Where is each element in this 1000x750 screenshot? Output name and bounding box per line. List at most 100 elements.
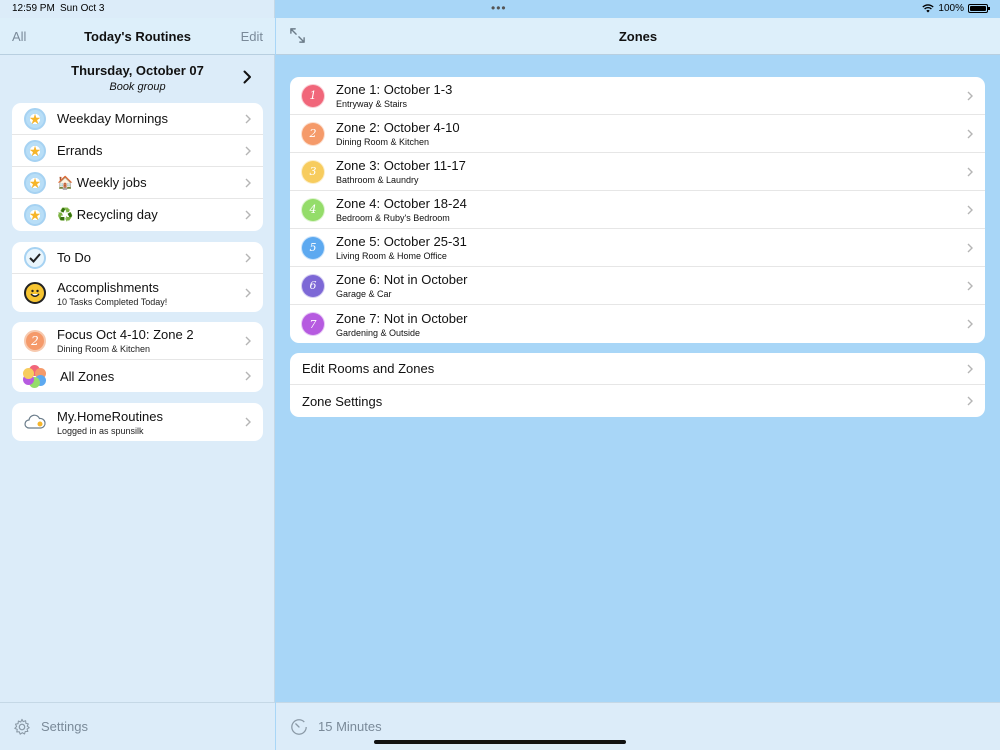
zones-group: 2 Focus Oct 4-10: Zone 2 Dining Room & K… <box>12 322 263 392</box>
zone-rooms: Living Room & Home Office <box>336 251 447 261</box>
date-title: Thursday, October 07 <box>71 63 204 78</box>
zone-1-icon: 1 <box>302 84 324 107</box>
settings-label: Settings <box>41 719 88 734</box>
settings-button[interactable]: Settings <box>0 702 275 750</box>
chevron-right-icon <box>245 336 251 346</box>
zone-3-icon: 3 <box>302 160 324 183</box>
sidebar-item-subtitle: 10 Tasks Completed Today! <box>57 296 168 307</box>
sidebar-item-weekday-mornings[interactable]: ★ Weekday Mornings <box>12 103 263 135</box>
home-indicator[interactable] <box>374 740 626 744</box>
zone-label: Zone 7: Not in October <box>336 310 468 326</box>
chevron-right-icon <box>245 288 251 298</box>
zone-row-6[interactable]: 6 Zone 6: Not in October Garage & Car <box>290 267 985 305</box>
chevron-right-icon <box>967 129 973 139</box>
chevron-right-icon <box>967 319 973 329</box>
zone-label: Zone 4: October 18-24 <box>336 196 467 211</box>
zone-rooms: Entryway & Stairs <box>336 99 408 109</box>
chevron-right-icon <box>245 417 251 427</box>
sidebar-item-to-do[interactable]: To Do <box>12 242 263 274</box>
sidebar-item-label: ♻️ Recycling day <box>57 207 158 222</box>
tasks-group: To Do Accomplishments 10 Tasks Completed… <box>12 242 263 312</box>
next-day-chevron-icon[interactable] <box>243 70 252 84</box>
chevron-right-icon <box>245 371 251 381</box>
sidebar-item-label: Weekday Mornings <box>57 111 169 126</box>
zone-5-icon: 5 <box>302 236 324 259</box>
zones-list: 1 Zone 1: October 1-3 Entryway & Stairs 2 Zo… <box>290 77 985 343</box>
sidebar-item-subtitle: Dining Room & Kitchen <box>57 344 151 354</box>
detail-nav-bar: Zones <box>276 18 1000 55</box>
sidebar-item-label: All Zones <box>60 368 115 384</box>
sidebar-item-recycling-day[interactable]: ★ ♻️ Recycling day <box>12 199 263 231</box>
sidebar-item-accomplishments[interactable]: Accomplishments 10 Tasks Completed Today… <box>12 274 263 312</box>
detail-title: Zones <box>618 29 658 44</box>
zone-rooms: Dining Room & Kitchen <box>336 137 430 147</box>
star-icon: ★ <box>24 107 46 130</box>
sidebar-title: Today's Routines <box>84 29 191 44</box>
chevron-right-icon <box>967 364 973 374</box>
chevron-right-icon <box>967 396 973 406</box>
chevron-right-icon <box>245 114 251 124</box>
timer-label: 15 Minutes <box>318 719 382 734</box>
chevron-right-icon <box>967 167 973 177</box>
sidebar-item-label: Focus Oct 4-10: Zone 2 <box>57 327 194 342</box>
edit-button[interactable]: Edit <box>241 29 263 44</box>
status-right: 100% <box>922 3 990 14</box>
sidebar-item-label: To Do <box>57 250 91 265</box>
cloud-icon <box>24 411 46 433</box>
zone-rooms: Bedroom & Ruby's Bedroom <box>336 213 450 223</box>
zone-rooms: Bathroom & Laundry <box>336 175 419 185</box>
star-icon: ★ <box>24 139 46 162</box>
sidebar-item-errands[interactable]: ★ Errands <box>12 135 263 167</box>
zone-label: Zone 2: October 4-10 <box>336 120 460 135</box>
zone-4-icon: 4 <box>302 198 324 221</box>
sidebar-item-focus-zone[interactable]: 2 Focus Oct 4-10: Zone 2 Dining Room & K… <box>12 322 263 360</box>
sidebar-item-label: Errands <box>57 143 103 158</box>
zone-label: Zone 6: Not in October <box>336 272 468 287</box>
chevron-right-icon <box>967 281 973 291</box>
chevron-right-icon <box>245 178 251 188</box>
zone-row-3[interactable]: 3 Zone 3: October 11-17 Bathroom & Laundry <box>290 153 985 191</box>
status-bar: 12:59 PM Sun Oct 3 ••• 100% <box>0 0 1000 18</box>
zone-row-1[interactable]: 1 Zone 1: October 1-3 Entryway & Stairs <box>290 77 985 115</box>
zone-label: Zone 1: October 1-3 <box>336 82 453 97</box>
wifi-icon <box>922 4 935 13</box>
status-time: 12:59 PM <box>12 3 55 14</box>
zone-row-5[interactable]: 5 Zone 5: October 25-31 Living Room & Home… <box>290 229 985 267</box>
star-icon: ★ <box>24 204 46 226</box>
date-header[interactable]: Thursday, October 07 Book group <box>0 63 275 93</box>
chevron-right-icon <box>245 253 251 263</box>
sidebar-item-label: 🏠 Weekly jobs <box>57 174 147 190</box>
zone-rooms: Garage & Car <box>336 289 392 299</box>
chevron-right-icon <box>967 205 973 215</box>
list-item-label: Zone Settings <box>302 393 383 409</box>
date-subtitle: Book group <box>109 81 166 93</box>
routines-group: ★ Weekday Mornings ★ Errands ★ 🏠 Weekly … <box>12 103 263 231</box>
gear-icon <box>14 718 30 735</box>
status-date: Sun Oct 3 <box>60 3 105 14</box>
sidebar-item-my-homeroutines[interactable]: My.HomeRoutines Logged in as spunsilk <box>12 403 263 441</box>
sidebar-item-all-zones[interactable]: All Zones <box>12 360 263 392</box>
zone-6-icon: 6 <box>302 274 324 297</box>
zone-label: Zone 3: October 11-17 <box>336 158 466 173</box>
sidebar-nav-bar: All Today's Routines Edit <box>0 18 275 55</box>
zone-options-list: Edit Rooms and Zones Zone Settings <box>290 353 985 417</box>
multitasking-dots-icon[interactable]: ••• <box>491 1 507 15</box>
all-zones-icon <box>23 365 46 388</box>
zone-row-2[interactable]: 2 Zone 2: October 4-10 Dining Room & Kitch… <box>290 115 985 153</box>
edit-rooms-and-zones-button[interactable]: Edit Rooms and Zones <box>290 353 985 385</box>
sidebar: All Today's Routines Edit Thursday, Octo… <box>0 0 275 750</box>
chevron-right-icon <box>967 91 973 101</box>
sidebar-item-label: My.HomeRoutines <box>57 408 163 424</box>
zone-rooms: Gardening & Outside <box>336 327 421 338</box>
zone-7-icon: 7 <box>302 313 324 335</box>
zone-label: Zone 5: October 25-31 <box>336 234 467 249</box>
sidebar-item-weekly-jobs[interactable]: ★ 🏠 Weekly jobs <box>12 167 263 199</box>
timer-icon <box>291 718 307 735</box>
list-item-label: Edit Rooms and Zones <box>302 361 435 376</box>
battery-percent: 100% <box>938 3 964 14</box>
zone-row-4[interactable]: 4 Zone 4: October 18-24 Bedroom & Ruby's B… <box>290 191 985 229</box>
zone-row-7[interactable]: 7 Zone 7: Not in October Gardening & Outsi… <box>290 305 985 343</box>
detail-pane: Zones 1 Zone 1: October 1-3 Entryway & Sta… <box>276 0 1000 750</box>
zone-settings-button[interactable]: Zone Settings <box>290 385 985 417</box>
chevron-right-icon <box>245 146 251 156</box>
